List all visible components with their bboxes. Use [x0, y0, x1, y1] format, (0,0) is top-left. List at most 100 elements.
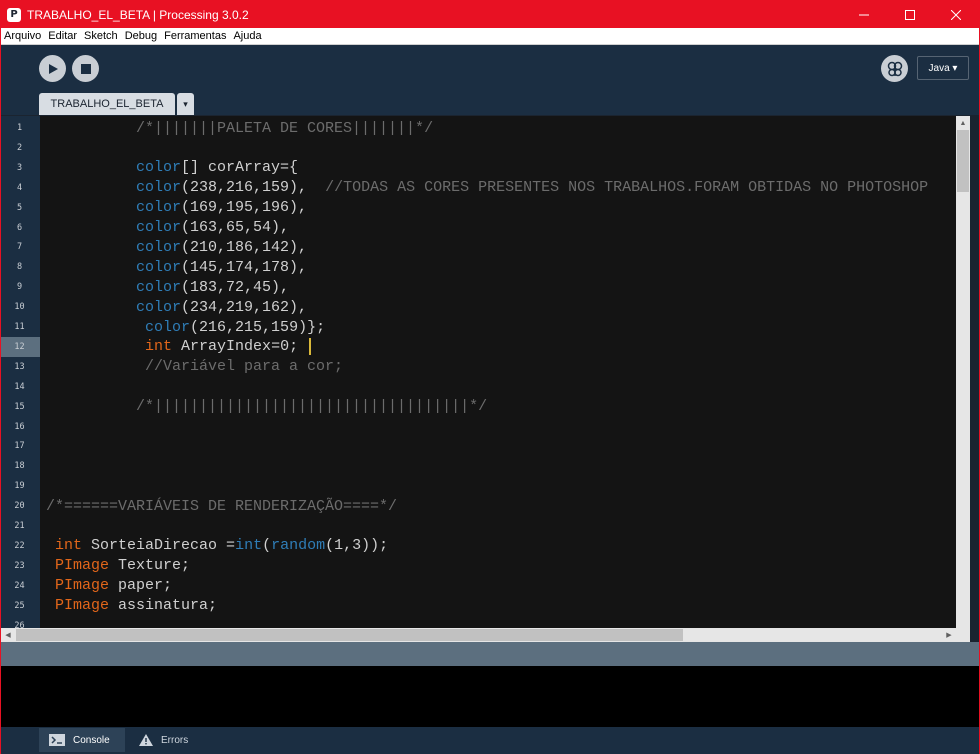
- code-line: color (163,65,54),: [46, 218, 289, 238]
- console-output[interactable]: [1, 666, 979, 727]
- window-title: TRABALHO_EL_BETA | Processing 3.0.2: [27, 7, 249, 22]
- processing-window: P TRABALHO_EL_BETA | Processing 3.0.2 Ar…: [0, 0, 980, 754]
- code-line: PImage assinatura;: [46, 596, 217, 616]
- line-number: 17: [14, 441, 25, 452]
- footer-bar: Console Errors: [1, 727, 979, 754]
- code-line: color (216,215,159)};: [46, 317, 325, 337]
- line-number: 6: [16, 222, 23, 233]
- menu-arquivo[interactable]: Arquivo: [1, 30, 44, 42]
- code-token: int: [145, 338, 173, 356]
- code-token: ArrayIndex=0;: [172, 338, 308, 356]
- tab-bar: TRABALHO_EL_BETA ▾: [1, 93, 979, 115]
- code-token: SorteiaDirecao =: [82, 537, 236, 555]
- horizontal-scroll-thumb[interactable]: [16, 629, 683, 641]
- close-icon: [951, 9, 961, 20]
- code-token: Texture;: [109, 557, 191, 575]
- line-number: 19: [14, 481, 25, 492]
- code-token: /*|||||||PALETA DE CORES|||||||*/: [136, 119, 434, 137]
- code-token: [] corArray={: [181, 159, 299, 177]
- menu-ferramentas[interactable]: Ferramentas: [161, 30, 229, 42]
- line-number: 24: [14, 580, 25, 591]
- code-token: (: [262, 537, 272, 555]
- code-editor[interactable]: /*|||||||PALETA DE CORES|||||||*/ color[…: [40, 116, 956, 628]
- code-token: color: [136, 258, 182, 276]
- title-bar[interactable]: P TRABALHO_EL_BETA | Processing 3.0.2: [1, 1, 979, 28]
- code-token: color: [136, 179, 182, 197]
- menu-ajuda[interactable]: Ajuda: [230, 30, 264, 42]
- code-line: /*|||||||||||||||||||||||||||||||||||*/: [46, 397, 487, 417]
- code-token: color: [136, 199, 182, 217]
- console-tab[interactable]: Console: [39, 728, 125, 752]
- code-token: (1,3));: [325, 537, 389, 555]
- line-number: 2: [16, 142, 23, 153]
- console-tab-label: Console: [73, 734, 110, 746]
- text-cursor: [309, 338, 312, 356]
- scroll-right-arrow-icon[interactable]: ▶: [942, 628, 956, 642]
- close-button[interactable]: [933, 1, 979, 28]
- toolbar: Java ▾: [1, 45, 979, 93]
- line-number-gutter: 1 2 3 4 5 6 7 8 9 10 11 12 13 14 15 16 17 18 19 20 21 22 23 24 2…: [1, 116, 40, 631]
- line-number: 3: [16, 162, 23, 173]
- code-token: paper;: [109, 577, 173, 595]
- tab-menu-button[interactable]: ▾: [177, 93, 194, 115]
- line-number: 22: [14, 540, 25, 551]
- code-token: color: [136, 159, 182, 177]
- minimize-button[interactable]: [841, 1, 887, 28]
- line-number: 16: [14, 421, 25, 432]
- line-number: 14: [14, 381, 25, 392]
- code-token: PImage: [55, 597, 110, 615]
- stop-button[interactable]: [72, 55, 99, 82]
- vertical-scroll-thumb[interactable]: [957, 130, 969, 192]
- menu-sketch[interactable]: Sketch: [81, 30, 121, 42]
- tab-trabalho-el-beta[interactable]: TRABALHO_EL_BETA: [39, 93, 175, 115]
- horizontal-scrollbar[interactable]: ◀ ▶: [1, 628, 970, 642]
- errors-tab[interactable]: Errors: [129, 728, 203, 752]
- scroll-up-arrow-icon[interactable]: ▲: [956, 116, 970, 130]
- line-number: 13: [14, 361, 25, 372]
- vertical-scrollbar[interactable]: ▲: [956, 116, 970, 628]
- code-token: color: [145, 318, 191, 336]
- line-number: 15: [14, 401, 25, 412]
- code-line: color (238,216,159), //TODAS AS CORES PRE…: [46, 178, 928, 198]
- line-number: 9: [16, 282, 23, 293]
- maximize-button[interactable]: [887, 1, 933, 28]
- code-token: color: [136, 278, 182, 296]
- code-line: color (234,219,162),: [46, 297, 307, 317]
- code-line: color[] corArray={: [46, 158, 298, 178]
- menu-debug[interactable]: Debug: [122, 30, 160, 42]
- line-number: 18: [14, 461, 25, 472]
- code-token: //Variável para a cor;: [145, 358, 344, 376]
- stop-icon: [80, 63, 91, 74]
- code-token: color: [136, 298, 182, 316]
- code-token: color: [136, 219, 182, 236]
- line-number: 4: [16, 182, 23, 193]
- code-line: /*======VARIÁVEIS DE RENDERIZAÇÃO====*/: [46, 496, 397, 516]
- maximize-icon: [905, 9, 915, 20]
- run-button[interactable]: [39, 55, 66, 82]
- menu-editar[interactable]: Editar: [45, 30, 80, 42]
- code-token: PImage: [55, 557, 110, 575]
- line-number: 11: [14, 322, 25, 332]
- scroll-left-arrow-icon[interactable]: ◀: [1, 628, 15, 642]
- code-token: (210,186,142),: [181, 238, 308, 256]
- code-line: color (183,72,45),: [46, 277, 289, 297]
- code-line: PImage paper;: [46, 576, 172, 596]
- mode-selector[interactable]: Java ▾: [917, 56, 969, 80]
- debugger-button[interactable]: [881, 55, 908, 82]
- line-number: 12: [1, 336, 40, 357]
